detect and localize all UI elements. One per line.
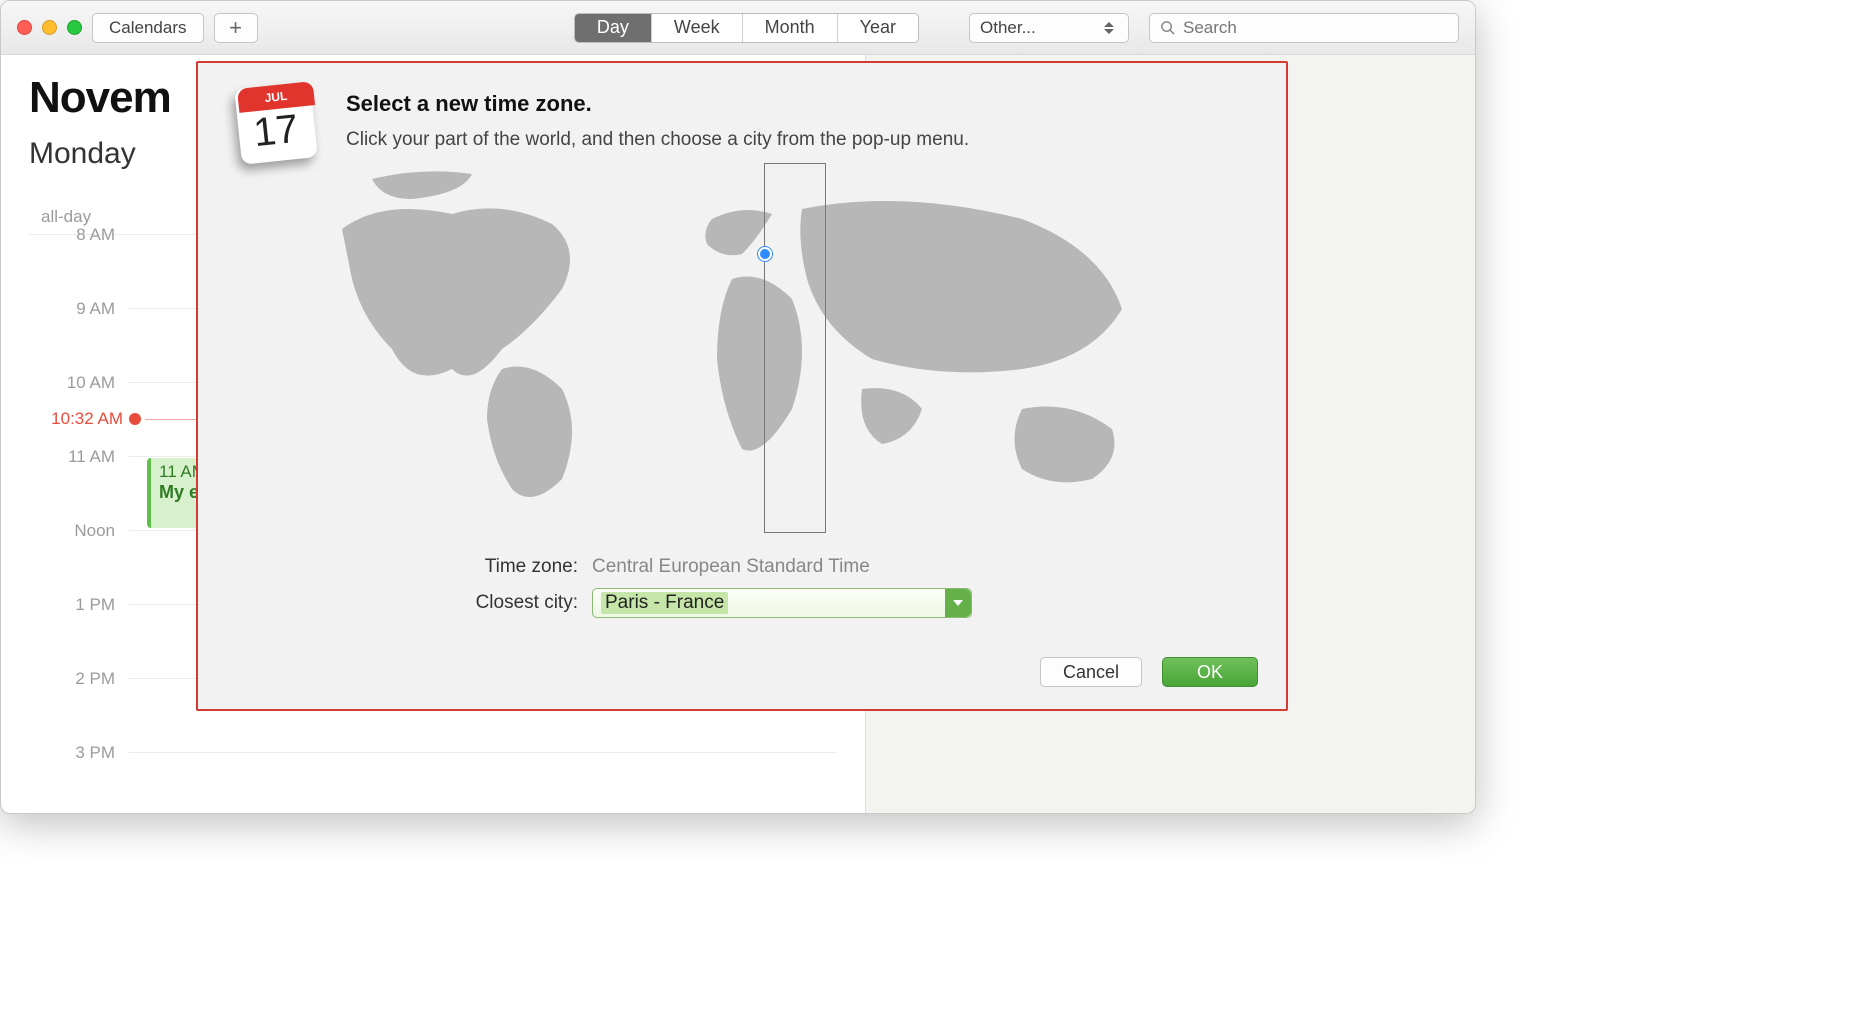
timezone-label: Time zone: xyxy=(392,556,592,578)
modal-form: Time zone: Central European Standard Tim… xyxy=(392,549,1092,621)
window-zoom-button[interactable] xyxy=(67,20,82,35)
window-close-button[interactable] xyxy=(17,20,32,35)
hour-row: 3 PM xyxy=(29,753,837,814)
world-map-svg xyxy=(302,159,1182,539)
current-time-dot-icon xyxy=(129,413,141,425)
selected-timezone-strip xyxy=(764,163,826,533)
view-month[interactable]: Month xyxy=(742,14,837,42)
add-event-button[interactable]: + xyxy=(214,13,258,43)
hour-label: 2 PM xyxy=(29,669,129,689)
closest-city-value: Paris - France xyxy=(601,592,728,614)
hour-label: 10 AM xyxy=(29,373,129,393)
modal-subtitle: Click your part of the world, and then c… xyxy=(346,129,1258,151)
other-select-label: Other... xyxy=(980,18,1036,38)
timezone-modal: JUL 17 Select a new time zone. Click you… xyxy=(196,61,1288,711)
search-icon xyxy=(1160,20,1175,35)
view-segmented-control: Day Week Month Year xyxy=(574,13,919,43)
modal-title: Select a new time zone. xyxy=(346,91,1258,117)
hour-label: 3 PM xyxy=(29,743,129,763)
stepper-icon xyxy=(1104,17,1122,39)
titlebar: Calendars + Day Week Month Year Other... xyxy=(1,1,1475,55)
world-map[interactable] xyxy=(302,159,1182,539)
closest-city-combobox[interactable]: Paris - France xyxy=(592,588,972,618)
icon-day: 17 xyxy=(232,105,320,159)
closest-city-label: Closest city: xyxy=(392,592,592,614)
hour-label: 8 AM xyxy=(29,225,129,245)
traffic-lights xyxy=(17,20,82,35)
other-select[interactable]: Other... xyxy=(969,13,1129,43)
hour-label: 1 PM xyxy=(29,595,129,615)
view-year[interactable]: Year xyxy=(837,14,918,42)
ok-button[interactable]: OK xyxy=(1162,657,1258,687)
view-week[interactable]: Week xyxy=(651,14,742,42)
timezone-value: Central European Standard Time xyxy=(592,556,870,578)
hour-label: Noon xyxy=(29,521,129,541)
search-input[interactable] xyxy=(1183,18,1448,38)
search-field[interactable] xyxy=(1149,13,1459,43)
window-minimize-button[interactable] xyxy=(42,20,57,35)
calendar-window: Calendars + Day Week Month Year Other...… xyxy=(0,0,1476,814)
view-day[interactable]: Day xyxy=(575,14,651,42)
location-pin-icon xyxy=(758,247,772,261)
current-time-label: 10:32 AM xyxy=(29,409,129,429)
hour-label: 11 AM xyxy=(29,447,129,467)
cancel-button[interactable]: Cancel xyxy=(1040,657,1142,687)
chevron-down-icon xyxy=(945,589,971,617)
hour-label: 9 AM xyxy=(29,299,129,319)
calendar-app-icon: JUL 17 xyxy=(234,81,318,165)
calendars-button[interactable]: Calendars xyxy=(92,13,204,43)
modal-actions: Cancel OK xyxy=(1040,657,1258,687)
